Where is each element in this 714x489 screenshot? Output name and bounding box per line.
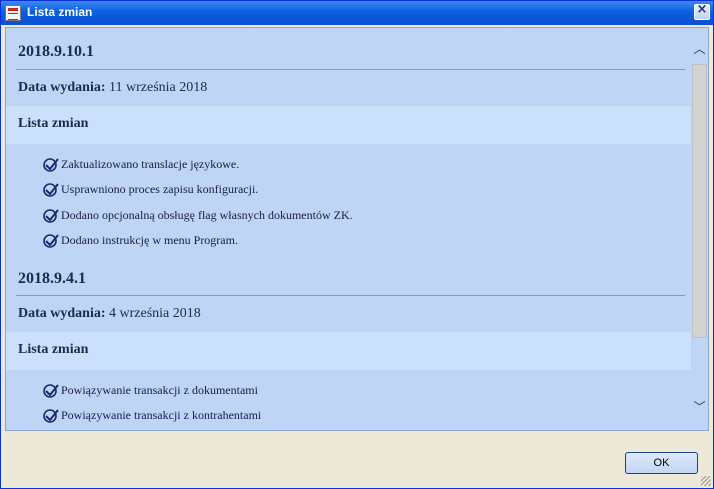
list-item-text: Powiązywanie transakcji z kontrahentami bbox=[61, 408, 262, 422]
list-item-text: Usprawniono proces zapisu konfiguracji. bbox=[61, 182, 259, 196]
resize-grip-icon[interactable] bbox=[701, 476, 711, 486]
list-item: Powiązywanie transakcji z dokumentami bbox=[6, 383, 691, 398]
close-icon: × bbox=[696, 2, 708, 17]
release-version: 2018.9.10.1 bbox=[18, 43, 94, 60]
list-item: Powiązywanie transakcji z kontrahentami bbox=[6, 408, 691, 423]
release-date-row: Data wydania: 4 września 2018 bbox=[6, 306, 691, 322]
list-item: Dodano instrukcję w menu Program. bbox=[6, 233, 691, 248]
scrollbar-thumb[interactable] bbox=[692, 64, 707, 338]
check-icon bbox=[43, 158, 59, 172]
vertical-scrollbar[interactable]: ︿ ﹀ bbox=[691, 28, 708, 430]
close-button[interactable]: × bbox=[694, 2, 710, 20]
window-title: Lista zmian bbox=[27, 5, 93, 19]
chevron-up-icon[interactable]: ︿ bbox=[691, 40, 708, 60]
release-date: 4 września 2018 bbox=[109, 306, 201, 321]
list-item: Zaktualizowano translacje językowe. bbox=[6, 157, 691, 172]
release-date-label: Data wydania: bbox=[18, 80, 106, 95]
chevron-down-icon[interactable]: ﹀ bbox=[691, 398, 708, 418]
list-item-text: Dodano instrukcję w menu Program. bbox=[61, 233, 238, 247]
dialog-footer: OK bbox=[5, 433, 709, 485]
changes-section-title: Lista zmian bbox=[18, 342, 89, 357]
release-date-row: Data wydania: 11 września 2018 bbox=[6, 80, 691, 96]
release-date: 11 września 2018 bbox=[109, 80, 208, 95]
check-icon bbox=[43, 234, 59, 248]
list-item: Usprawniono proces zapisu konfiguracji. bbox=[6, 182, 691, 197]
changes-section-title: Lista zmian bbox=[18, 116, 89, 131]
release-version: 2018.9.4.1 bbox=[18, 270, 86, 287]
check-icon bbox=[43, 409, 59, 423]
list-item-text: Dodano opcjonalną obsługę flag własnych … bbox=[61, 208, 353, 222]
check-icon bbox=[43, 384, 59, 398]
release-date-label: Data wydania: bbox=[18, 306, 106, 321]
release-separator bbox=[16, 69, 685, 70]
app-icon bbox=[5, 5, 21, 21]
list-item-text: Powiązywanie transakcji z dokumentami bbox=[61, 383, 258, 397]
title-bar[interactable]: Lista zmian × bbox=[1, 1, 713, 25]
changelog-scroll-area[interactable]: 2018.9.10.1 Data wydania: 11 września 20… bbox=[6, 28, 691, 430]
list-item: Dodano opcjonalną obsługę flag własnych … bbox=[6, 208, 691, 223]
changelog-panel: 2018.9.10.1 Data wydania: 11 września 20… bbox=[5, 27, 709, 431]
list-item-text: Zaktualizowano translacje językowe. bbox=[61, 157, 240, 171]
check-icon bbox=[43, 183, 59, 197]
ok-button[interactable]: OK bbox=[625, 452, 698, 474]
check-icon bbox=[43, 209, 59, 223]
release-separator bbox=[16, 295, 685, 296]
dialog-window: Lista zmian × 2018.9.10.1 Data wydania: … bbox=[0, 0, 714, 489]
